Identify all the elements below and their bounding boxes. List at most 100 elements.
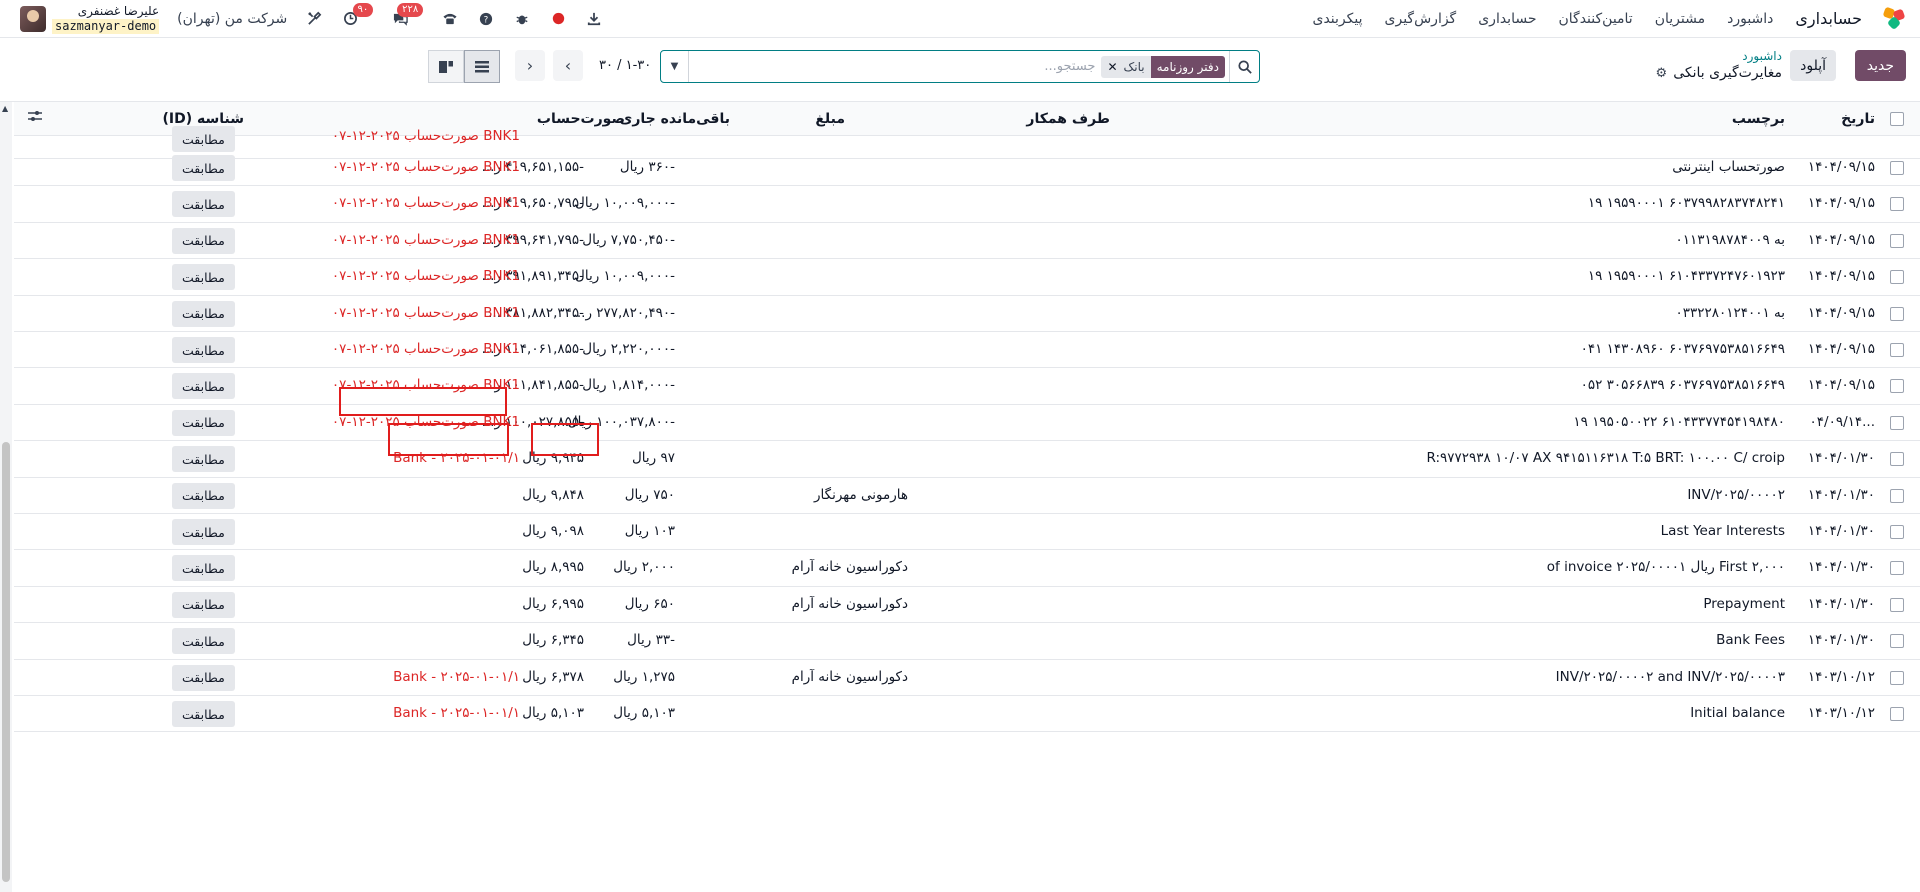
- table-row[interactable]: ۱۴۰۴/۰۹/۱۵ ۶۰۳۷۶۹۷۵۳۸۵۱۶۶۴۹ ۱۴۳۰۸۹۶۰ ۰۴۱-…: [14, 332, 1920, 369]
- menu-configuration[interactable]: پیکربندی: [1313, 11, 1363, 27]
- table-row[interactable]: ۱۴۰۴/۰۱/۳۰ INV/۲۰۲۵/۰۰۰۰۲ هارمونی مهرنگار ۷…: [14, 478, 1920, 514]
- app-name[interactable]: حسابداری: [1795, 9, 1862, 28]
- user-menu[interactable]: علیرضا غضنفری sazmanyar-demo: [20, 4, 160, 34]
- match-button[interactable]: مطابقت: [172, 555, 235, 582]
- cell-partner: دکوراسیون خانه آرام: [791, 668, 908, 685]
- table-row[interactable]: ۱۴۰۴/۰۱/۳۰ Bank Fees -۳۳ ریال ۶,۳۴۵ ریال مطا…: [14, 623, 1920, 660]
- activity-clock-icon[interactable]: ۹۰: [341, 2, 374, 28]
- pager-next-button[interactable]: ‹: [515, 50, 545, 81]
- menu-reporting[interactable]: گزارش‌گیری: [1385, 11, 1457, 27]
- cell-date: ۱۴۰۴/۰۱/۳۰: [1807, 523, 1875, 539]
- list-view-icon[interactable]: [464, 50, 500, 83]
- row-checkbox[interactable]: [1890, 707, 1904, 721]
- row-checkbox[interactable]: [1890, 561, 1904, 576]
- messages-icon[interactable]: ۲۲۸: [391, 2, 424, 28]
- accounting-app-icon[interactable]: [1882, 6, 1906, 30]
- upload-button[interactable]: آپلود: [1790, 50, 1836, 81]
- cell-date: ۱۴۰۴/۰۹/۱۵: [1807, 341, 1875, 357]
- match-button[interactable]: مطابقت: [172, 155, 235, 181]
- company-switcher[interactable]: شرکت من (تهران): [177, 11, 287, 27]
- search-options-toggle-icon[interactable]: ▼: [661, 51, 689, 82]
- match-button[interactable]: مطابقت: [172, 482, 235, 509]
- table-row[interactable]: ۱۴۰۴/۰۹/۱۵ به ۰۳۳۲۲۸۰۱۲۴۰۰۱ -۲۷۷,۸۲۰,۴۹۰ ر…: [14, 296, 1920, 332]
- statement-link[interactable]: BNK1 صورت‌حساب ۲۰۲۵-۱۲-۰۷: [310, 128, 520, 144]
- row-checkbox[interactable]: [1890, 343, 1904, 357]
- pager-previous-button[interactable]: ›: [553, 50, 583, 81]
- statement-link[interactable]: BNK1 صورت‌حساب ۲۰۲۵-۱۲-۰۷: [310, 305, 520, 321]
- scroll-up-icon[interactable]: ▲: [2, 104, 8, 113]
- search-input[interactable]: [689, 59, 1102, 74]
- row-checkbox[interactable]: [1890, 197, 1904, 212]
- messages-badge: ۲۲۸: [397, 2, 424, 17]
- cell-partner: هارمونی مهرنگار: [813, 486, 908, 503]
- row-checkbox[interactable]: [1890, 597, 1904, 612]
- match-button[interactable]: مطابقت: [172, 409, 235, 436]
- row-checkbox[interactable]: [1890, 488, 1904, 503]
- statement-link[interactable]: BNK1 صورت‌حساب ۲۰۲۵-۱۲-۰۷: [310, 195, 520, 211]
- table-row[interactable]: ۱۴۰۴/۰۹/۱۵ ۶۰۳۷۹۹۸۲۸۳۷۴۸۲۴۱ ۱۹۵۹۰۰۰۱ ۱۹ -۱…: [14, 186, 1920, 223]
- row-checkbox[interactable]: [1890, 525, 1904, 539]
- menu-customers[interactable]: مشتریان: [1655, 11, 1705, 27]
- new-button[interactable]: جدید: [1854, 50, 1906, 81]
- menu-vendors[interactable]: تامین‌کنندگان: [1558, 11, 1632, 27]
- statement-link[interactable]: Bank - ۲۰۲۵-۰۱-۰۱/۱: [310, 669, 520, 685]
- facet-value-text: بانک: [1123, 59, 1145, 74]
- menu-accounting[interactable]: حسابداری: [1478, 11, 1536, 27]
- match-button[interactable]: مطابقت: [172, 227, 235, 254]
- row-checkbox[interactable]: [1890, 161, 1904, 175]
- help-icon[interactable]: ?: [477, 10, 495, 28]
- row-checkbox[interactable]: [1890, 452, 1904, 467]
- row-checkbox[interactable]: [1890, 233, 1904, 248]
- table-row[interactable]: ۱۴۰۳/۱۰/۱۲ Initial balance ۵,۱۰۳ ریال ۵,۱۰۳…: [14, 696, 1920, 733]
- match-button[interactable]: مطابقت: [172, 519, 235, 545]
- statement-link[interactable]: BNK1 صورت‌حساب ۲۰۲۵-۱۲-۰۷: [310, 159, 520, 175]
- tools-icon[interactable]: [305, 10, 323, 28]
- row-checkbox[interactable]: [1890, 634, 1904, 649]
- vertical-scrollbar[interactable]: ▲: [0, 102, 12, 892]
- match-button[interactable]: مطابقت: [172, 300, 235, 327]
- match-button[interactable]: مطابقت: [172, 264, 235, 291]
- download-icon[interactable]: [585, 10, 603, 28]
- row-checkbox[interactable]: [1890, 270, 1904, 285]
- row-checkbox[interactable]: [1890, 670, 1904, 685]
- avatar[interactable]: [20, 5, 46, 32]
- kanban-view-icon[interactable]: [428, 50, 464, 83]
- table-row[interactable]: ۱۴۰۴/۰۱/۳۰ First ۲,۰۰۰ ریال of invoice ۲۰…: [14, 550, 1920, 587]
- record-icon[interactable]: [549, 10, 567, 28]
- scrollbar-thumb[interactable]: [2, 442, 10, 882]
- table-row[interactable]: ۱۴۰۴/۰۱/۳۰ Last Year Interests ۱۰۳ ریال ۹,۰…: [14, 514, 1920, 551]
- phone-icon[interactable]: [441, 10, 459, 28]
- row-checkbox[interactable]: [1890, 415, 1904, 430]
- match-button[interactable]: مطابقت: [172, 446, 235, 473]
- match-button[interactable]: مطابقت: [172, 628, 235, 655]
- match-button[interactable]: مطابقت: [172, 126, 235, 152]
- statement-link[interactable]: BNK1 صورت‌حساب ۲۰۲۵-۱۲-۰۷: [310, 268, 520, 284]
- table-row[interactable]: ۱۴۰۳/۱۰/۱۲ INV/۲۰۲۵/۰۰۰۰۲ and INV/۲۰۲۵/۰۰…: [14, 660, 1920, 696]
- match-button[interactable]: مطابقت: [172, 373, 235, 400]
- row-checkbox[interactable]: [1890, 379, 1904, 394]
- gear-icon[interactable]: ⚙: [1656, 65, 1668, 82]
- statement-link[interactable]: Bank - ۲۰۲۵-۰۱-۰۱/۱: [310, 705, 520, 721]
- systray: علیرضا غضنفری sazmanyar-demo شرکت من (ته…: [20, 2, 603, 34]
- table-row[interactable]: ۱۴۰۴/۰۹/۱۵ به ۰۱۱۳۱۹۸۷۸۴۰۰۹ -۷,۷۵۰,۴۵۰ ریا…: [14, 223, 1920, 260]
- match-button[interactable]: مطابقت: [172, 337, 235, 363]
- breadcrumb-dashboard[interactable]: داشبورد: [1656, 48, 1782, 65]
- match-button[interactable]: مطابقت: [172, 664, 235, 691]
- debug-bug-icon[interactable]: [513, 10, 531, 28]
- table-row[interactable]: ۱۴۰۴/۰۱/۳۰ Prepayment دکوراسیون خانه آرام ۶…: [14, 587, 1920, 624]
- table-row[interactable]: ۱۴۰۴/۰۹/۱۵ صورتحساب اینترنتی -۳۶۰ ریال -۴۰۹…: [14, 150, 1920, 187]
- match-button[interactable]: مطابقت: [172, 191, 235, 218]
- row-checkbox[interactable]: [1890, 306, 1904, 321]
- table-row[interactable]: ۱۴۰۴/۰۹/۱۵ ۶۰۳۷۶۹۷۵۳۸۵۱۶۶۴۹ ۳۰۵۶۶۸۳۹ ۰۵۲-…: [14, 368, 1920, 405]
- table-row[interactable]: ۱۴۰۴/۰۹/۱۵ ۶۱۰۴۳۳۷۲۴۷۶۰۱۹۲۳ ۱۹۵۹۰۰۰۱ ۱۹ -۱…: [14, 259, 1920, 296]
- pager-value[interactable]: ۱-۳۰ / ۳۰: [599, 58, 651, 73]
- statement-link[interactable]: BNK1 صورت‌حساب ۲۰۲۵-۱۲-۰۷: [310, 232, 520, 248]
- match-button[interactable]: مطابقت: [172, 591, 235, 618]
- table-row[interactable]: ...۰۴/۰۹/۱۴ ۶۱۰۴۳۳۷۷۴۵۴۱۹۸۴۸۰ ۱۹۵۰۵۰۰۲۲ ۱…: [14, 405, 1920, 442]
- statement-link[interactable]: BNK1 صورت‌حساب ۲۰۲۵-۱۲-۰۷: [310, 341, 520, 357]
- facet-close-icon[interactable]: ✕: [1107, 60, 1117, 74]
- table-row[interactable]: ۱۴۰۴/۰۱/۳۰ R:۹۷۷۲۹۳۸ ۱۰/۰۷ AX ۹۴۱۵۱۱۶۳۱۸ …: [14, 441, 1920, 478]
- search-icon[interactable]: [1229, 51, 1259, 82]
- menu-dashboard[interactable]: داشبورد: [1727, 11, 1773, 27]
- match-button[interactable]: مطابقت: [172, 701, 235, 727]
